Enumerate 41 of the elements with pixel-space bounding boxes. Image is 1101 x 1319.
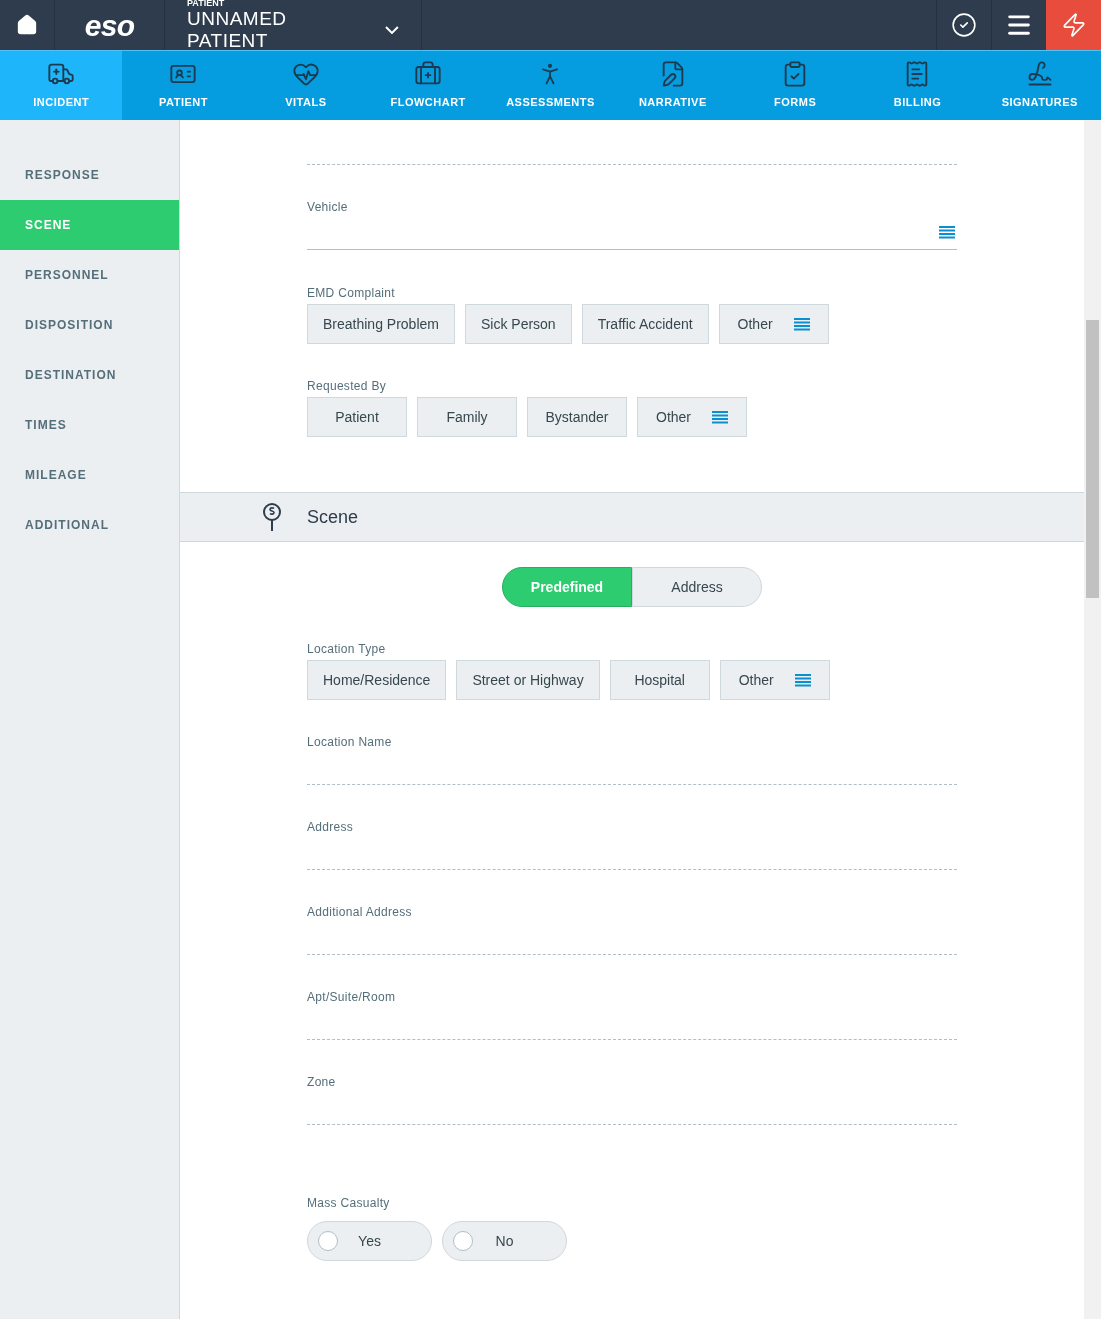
other-dropdown[interactable]: Other: [637, 397, 747, 437]
option-button[interactable]: Sick Person: [464, 304, 572, 344]
sidebar-item[interactable]: DESTINATION: [0, 350, 179, 400]
location-pin-icon: [262, 502, 282, 532]
chevron-down-icon: [385, 26, 399, 34]
list-icon: [939, 224, 955, 239]
check-circle-icon: [951, 12, 977, 38]
field-label: Mass Casualty: [307, 1196, 391, 1210]
toggle-option[interactable]: Address: [632, 567, 762, 607]
option-button[interactable]: Breathing Problem: [307, 304, 455, 344]
sidebar-item[interactable]: TIMES: [0, 400, 179, 450]
field-label: Location Name: [307, 735, 393, 749]
option-button[interactable]: Family: [417, 397, 517, 437]
radio-option[interactable]: Yes: [307, 1221, 432, 1261]
field-label: EMD Complaint: [307, 286, 396, 300]
option-button[interactable]: Street or Highway: [456, 660, 600, 700]
option-button[interactable]: Home/Residence: [307, 660, 447, 700]
list-icon: [794, 673, 811, 687]
sidebar-item[interactable]: RESPONSE: [0, 150, 179, 200]
field-label: Vehicle: [307, 200, 349, 214]
field-label: Requested By: [307, 379, 387, 393]
other-dropdown[interactable]: Other: [718, 304, 829, 344]
list-icon: [712, 410, 728, 424]
option-button[interactable]: Bystander: [527, 397, 627, 437]
sidebar-item[interactable]: MILEAGE: [0, 450, 179, 500]
section-title: Scene: [307, 505, 359, 529]
field-label: Zone: [307, 1075, 337, 1089]
option-button[interactable]: Patient: [307, 397, 407, 437]
field-label: Location Type: [307, 642, 387, 656]
option-button[interactable]: Hospital: [609, 660, 710, 700]
sidebar-item[interactable]: DISPOSITION: [0, 300, 179, 350]
sidebar-item[interactable]: PERSONNEL: [0, 250, 179, 300]
field-label: Apt/Suite/Room: [307, 990, 397, 1004]
field-label: Additional Address: [307, 905, 413, 919]
field-label: Address: [307, 820, 355, 834]
home-icon: [16, 14, 38, 36]
sidebar-item[interactable]: ADDITIONAL: [0, 500, 179, 550]
option-button[interactable]: Traffic Accident: [581, 304, 709, 344]
radio-option[interactable]: No: [442, 1221, 567, 1261]
list-icon: [793, 317, 810, 331]
other-dropdown[interactable]: Other: [719, 660, 830, 700]
